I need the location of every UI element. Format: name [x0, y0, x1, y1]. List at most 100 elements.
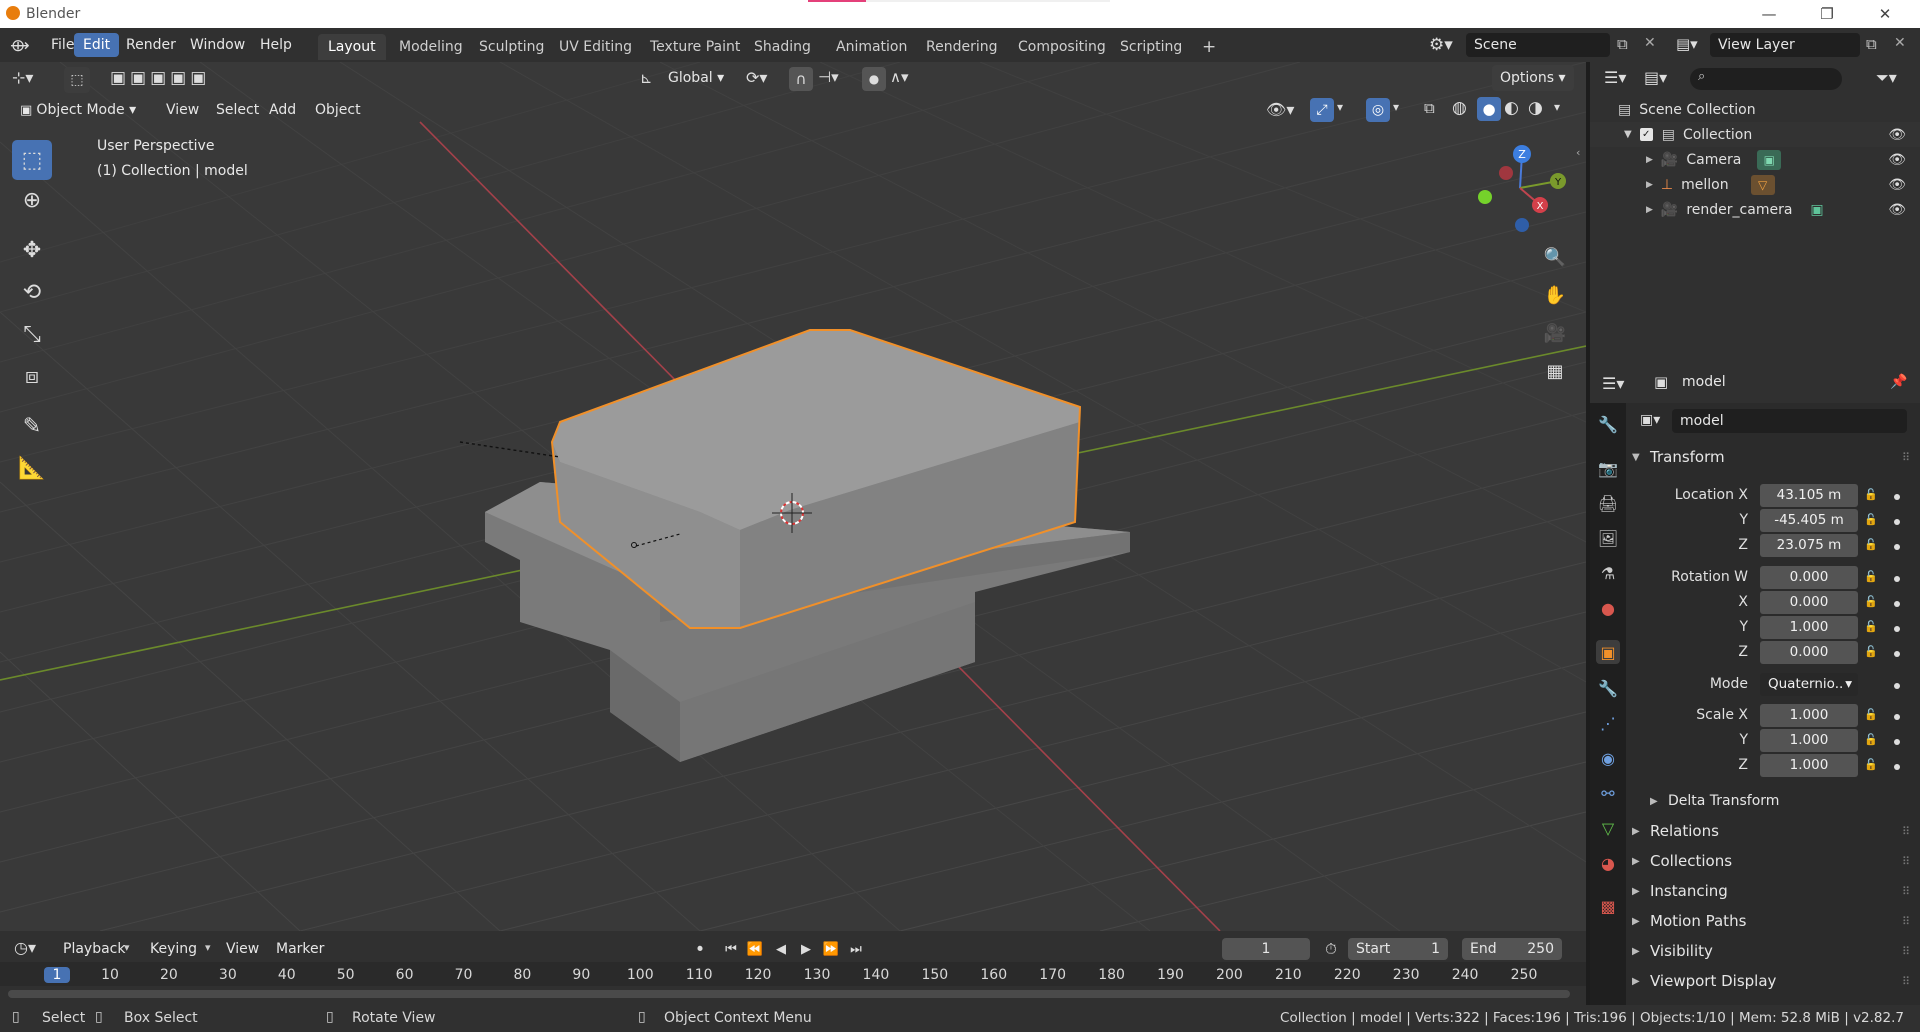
lock-icon[interactable]: 🔓	[1864, 488, 1878, 502]
current-frame-field[interactable]: 1	[1222, 938, 1310, 960]
outliner-editor-icon[interactable]: ☰▾	[1604, 68, 1626, 87]
scale-y-field[interactable]: 1.000	[1760, 729, 1858, 752]
material-shading-icon[interactable]: ◐	[1504, 98, 1519, 118]
proportional-edit-icon[interactable]: ●	[862, 67, 886, 91]
drag-handle-icon[interactable]: ⠿	[1902, 825, 1910, 838]
snap-target-icon[interactable]: ⊣▾	[818, 68, 839, 86]
drag-handle-icon[interactable]: ⠿	[1902, 855, 1910, 868]
physics-tab-icon[interactable]: ◉	[1596, 746, 1620, 770]
select-tool-icon[interactable]: ⬚	[64, 67, 90, 93]
drag-handle-icon[interactable]: ⠿	[1902, 885, 1910, 898]
mesh-children-icon[interactable]: ▽	[1750, 174, 1775, 195]
delete-scene-icon[interactable]: ✕	[1644, 35, 1656, 51]
camera-view-icon[interactable]: 🎥	[1539, 317, 1571, 349]
play-reverse-icon[interactable]: ◀	[770, 938, 792, 960]
keyframe-dot-icon[interactable]	[1894, 651, 1900, 657]
tab-rendering[interactable]: Rendering	[916, 34, 1008, 60]
perspective-grid-icon[interactable]: ▦	[1539, 355, 1571, 387]
keyframe-dot-icon[interactable]	[1894, 601, 1900, 607]
menu-window[interactable]: Window	[181, 33, 254, 57]
annotate-tool-icon[interactable]: ✎	[12, 406, 52, 446]
blender-menu-icon[interactable]: ⟴	[10, 36, 30, 56]
collection-visibility-icon[interactable]: 👁	[1888, 127, 1906, 143]
lock-icon[interactable]: 🔓	[1864, 538, 1878, 552]
outliner-search-input[interactable]: ⌕	[1690, 68, 1842, 90]
outliner-row-mellon[interactable]: ▶ ⊥ mellon ▽ 👁	[1590, 172, 1920, 197]
pivot-point-icon[interactable]: ⟳▾	[746, 68, 767, 87]
wireframe-shading-icon[interactable]: ◍	[1452, 98, 1467, 118]
lock-icon[interactable]: 🔓	[1864, 708, 1878, 722]
navigation-gizmo[interactable]: Z Y X	[1470, 140, 1580, 240]
sidebar-toggle-icon[interactable]: ‹	[1576, 146, 1580, 159]
tab-animation[interactable]: Animation	[826, 34, 917, 60]
render-camera-data-icon[interactable]: ▣	[1810, 202, 1823, 218]
lock-icon[interactable]: 🔓	[1864, 570, 1878, 584]
xray-icon[interactable]: ⧉	[1424, 99, 1435, 117]
render-tab-icon[interactable]: 📷	[1596, 456, 1620, 480]
measure-tool-icon[interactable]: 📐	[12, 448, 52, 488]
timeline-editor-icon[interactable]: ◷▾	[14, 938, 36, 957]
drag-handle-icon[interactable]: ⠿	[1902, 915, 1910, 928]
record-icon[interactable]: ⏺	[689, 938, 711, 960]
tab-shading[interactable]: Shading	[744, 34, 821, 60]
outliner-row-camera[interactable]: ▶ 🎥 Camera ▣ 👁	[1590, 147, 1920, 172]
keyframe-dot-icon[interactable]	[1894, 626, 1900, 632]
texture-tab-icon[interactable]: ▩	[1596, 894, 1620, 918]
viewport-menu-add[interactable]: Add	[261, 97, 304, 123]
close-button[interactable]: ✕	[1862, 0, 1908, 28]
view-layer-tab-icon[interactable]: 🖼	[1596, 526, 1620, 550]
panel-viewport-display[interactable]: ▶ Viewport Display ⠿	[1632, 967, 1920, 995]
cursor-tool-icon[interactable]: ⊕	[12, 180, 52, 220]
location-z-field[interactable]: 23.075 m	[1760, 534, 1858, 557]
view-layer-field[interactable]: View Layer	[1710, 33, 1860, 57]
move-tool-icon[interactable]: ✥	[12, 230, 52, 270]
camera-data-icon[interactable]: ▣	[1757, 149, 1782, 170]
keyframe-dot-icon[interactable]	[1894, 764, 1900, 770]
lock-icon[interactable]: 🔓	[1864, 645, 1878, 659]
preview-range-icon[interactable]: ⏱	[1320, 938, 1342, 960]
properties-editor-icon[interactable]: ☰▾	[1602, 374, 1624, 393]
rotation-w-field[interactable]: 0.000	[1760, 566, 1858, 589]
scale-x-field[interactable]: 1.000	[1760, 704, 1858, 727]
select-box-tool-icon[interactable]: ⬚	[12, 140, 52, 180]
particles-tab-icon[interactable]: ⋰	[1596, 711, 1620, 735]
shading-dropdown-icon[interactable]: ▾	[1554, 100, 1560, 114]
transform-orientation-dropdown[interactable]: Global ▾	[660, 65, 732, 91]
solid-shading-icon[interactable]: ●	[1477, 97, 1501, 121]
overlay-dropdown-icon[interactable]: ▾	[1393, 100, 1399, 114]
timeline-menu-playback[interactable]: Playback	[55, 936, 133, 962]
tab-layout[interactable]: Layout	[318, 34, 386, 60]
mode-dropdown[interactable]: ▣ Object Mode ▾	[12, 97, 144, 123]
rotation-y-field[interactable]: 1.000	[1760, 616, 1858, 639]
expand-arrow-icon[interactable]: ▶	[1646, 180, 1653, 190]
new-view-layer-icon[interactable]: ⧉	[1866, 35, 1877, 53]
timeline-menu-marker[interactable]: Marker	[268, 936, 332, 962]
panel-motion-paths[interactable]: ▶ Motion Paths ⠿	[1632, 907, 1920, 935]
tab-uv-editing[interactable]: UV Editing	[549, 34, 642, 60]
panel-visibility[interactable]: ▶ Visibility ⠿	[1632, 937, 1920, 965]
outliner-row-render-camera[interactable]: ▶ 🎥 render_camera ▣ 👁	[1590, 197, 1920, 222]
options-dropdown[interactable]: Options ▾	[1492, 65, 1574, 91]
scale-z-field[interactable]: 1.000	[1760, 754, 1858, 777]
jump-keyframe-forward-icon[interactable]: ⏩	[820, 938, 842, 960]
start-frame-field[interactable]: Start 1	[1348, 938, 1448, 960]
lock-icon[interactable]: 🔓	[1864, 595, 1878, 609]
tab-texture-paint[interactable]: Texture Paint	[640, 34, 750, 60]
viewport-menu-view[interactable]: View	[158, 97, 207, 123]
menu-render[interactable]: Render	[117, 33, 185, 57]
rotate-tool-icon[interactable]: ⟲	[12, 272, 52, 312]
rotation-mode-dropdown[interactable]: Quaternio.. ▾	[1760, 673, 1858, 696]
restore-button[interactable]: ❐	[1804, 0, 1850, 28]
panel-collections[interactable]: ▶ Collections ⠿	[1632, 847, 1920, 875]
scale-tool-icon[interactable]: ⤡	[12, 314, 52, 354]
add-workspace-button[interactable]: +	[1192, 34, 1226, 60]
outliner-row-scene-collection[interactable]: ▤ Scene Collection	[1590, 97, 1920, 122]
viewport-menu-object[interactable]: Object	[307, 97, 369, 123]
expand-arrow-icon[interactable]: ▶	[1646, 205, 1653, 215]
delta-transform-header[interactable]: ▶ Delta Transform	[1650, 787, 1920, 815]
end-frame-field[interactable]: End 250	[1462, 938, 1562, 960]
pin-icon[interactable]: 📌	[1890, 374, 1907, 390]
material-tab-icon[interactable]: ◕	[1596, 851, 1620, 875]
modifier-tab-icon[interactable]: 🔧	[1596, 676, 1620, 700]
jump-keyframe-back-icon[interactable]: ⏪	[744, 938, 766, 960]
